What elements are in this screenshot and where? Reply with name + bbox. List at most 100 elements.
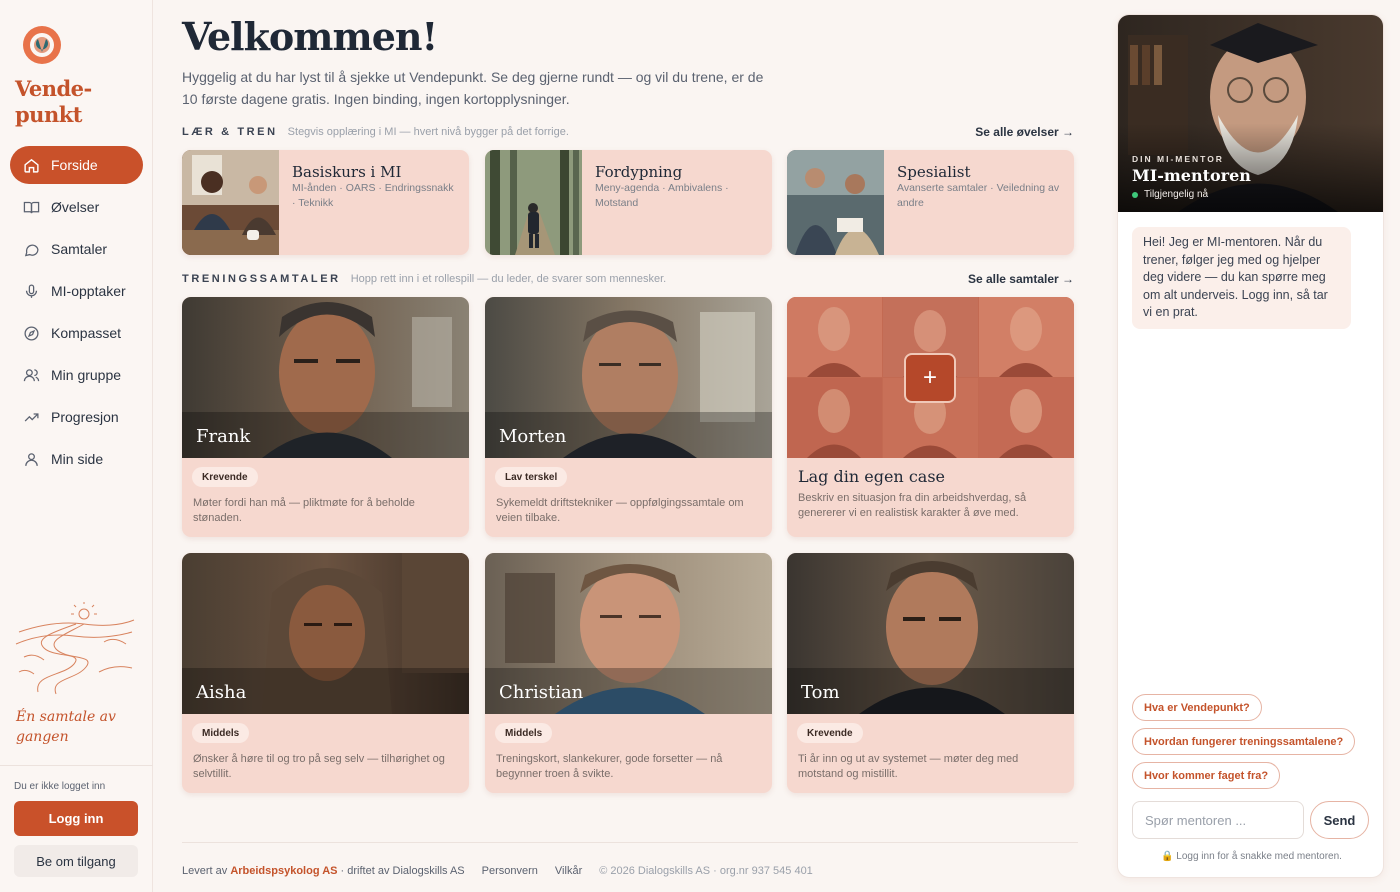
suggestion-chip-how-works[interactable]: Hvordan fungerer treningssamtalene? (1132, 728, 1356, 755)
mentor-panel: DIN MI-MENTOR MI-mentoren Tilgjengelig n… (1117, 14, 1384, 878)
persona-name: Frank (196, 426, 251, 447)
compass-icon (22, 324, 40, 342)
sidebar: Vende- punkt Forside Øvelser Samtaler MI… (0, 0, 153, 892)
practice-subtitle: Hopp rett inn i et rollespill — du leder… (350, 273, 667, 285)
persona-card-frank[interactable]: Frank Krevende Møter fordi han må — plik… (182, 297, 469, 537)
winding-road-illustration (15, 602, 135, 695)
footer: Levert av Arbeidspsykolog AS · driftet a… (182, 865, 813, 877)
sidebar-item-label: Progresjon (51, 409, 119, 425)
difficulty-badge: Lav terskel (495, 467, 568, 487)
brand-wordmark[interactable]: Vende- punkt (15, 76, 92, 128)
sidebar-item-label: Øvelser (51, 199, 100, 215)
logo-icon[interactable] (18, 22, 62, 66)
sidebar-item-ovelser[interactable]: Øvelser (10, 188, 143, 226)
trending-up-icon (22, 408, 40, 426)
online-status-icon (1132, 191, 1138, 198)
see-all-conversations-link[interactable]: Se alle samtaler → (968, 272, 1074, 286)
mentor-name: MI-mentoren (1132, 166, 1251, 185)
course-card-spesialist[interactable]: Spesialist Avanserte samtaler · Veiledni… (787, 150, 1074, 255)
sidebar-item-label: Samtaler (51, 241, 108, 257)
users-icon (22, 366, 40, 384)
book-icon (22, 198, 40, 216)
send-button[interactable]: Send (1310, 801, 1369, 839)
request-access-button[interactable]: Be om tilgang (14, 845, 138, 877)
difficulty-badge: Middels (495, 723, 553, 743)
persona-description: Møter fordi han må — pliktmøte for å beh… (193, 497, 415, 524)
add-case-button[interactable]: + (904, 353, 956, 403)
create-own-case-card[interactable]: + Lag din egen case Beskriv en situasjon… (787, 297, 1074, 537)
main-content: Velkommen! Hyggelig at du har lyst til å… (153, 0, 1103, 892)
sidebar-item-label: MI-opptaker (51, 283, 126, 299)
course-thumbnail (787, 150, 884, 255)
difficulty-badge: Middels (192, 723, 250, 743)
sidebar-item-label: Min gruppe (51, 367, 122, 383)
course-title: Fordypning (595, 163, 683, 181)
course-card-fordypning[interactable]: Fordypning Meny-agenda · Ambivalens · Mo… (485, 150, 772, 255)
terms-link[interactable]: Vilkår (555, 865, 582, 877)
learn-section-header: LÆR & TREN Stegvis opplæring i MI — hver… (182, 124, 1074, 140)
footer-credit: Levert av Arbeidspsykolog AS · driftet a… (182, 865, 465, 877)
persona-name: Tom (801, 682, 840, 703)
brand-tagline: Én samtale av gangen (16, 709, 116, 745)
practice-section-header: TRENINGSSAMTALER Hopp rett inn i et roll… (182, 271, 1074, 287)
chat-bubble-icon (22, 240, 40, 258)
persona-name: Aisha (196, 682, 247, 703)
persona-card-christian[interactable]: Christian Middels Treningskort, slankeku… (485, 553, 772, 793)
see-all-exercises-link[interactable]: Se alle øvelser → (975, 125, 1074, 139)
persona-name: Morten (499, 426, 567, 447)
difficulty-badge: Krevende (192, 467, 258, 487)
learn-subtitle: Stegvis opplæring i MI — hvert nivå bygg… (287, 126, 569, 138)
footer-divider (182, 842, 1078, 843)
course-title: Spesialist (897, 163, 971, 181)
course-description: Meny-agenda · Ambivalens · Motstand (595, 182, 729, 209)
sidebar-item-kompasset[interactable]: Kompasset (10, 314, 143, 352)
sidebar-nav: Forside Øvelser Samtaler MI-opptaker Kom… (10, 146, 143, 482)
suggestion-chip-what-is[interactable]: Hva er Vendepunkt? (1132, 694, 1262, 721)
mentor-question-input[interactable] (1132, 801, 1304, 839)
sidebar-item-min-side[interactable]: Min side (10, 440, 143, 478)
sidebar-item-label: Min side (51, 451, 104, 467)
difficulty-badge: Krevende (797, 723, 863, 743)
persona-description: Ti år inn og ut av systemet — møter deg … (798, 753, 1019, 780)
mentor-greeting-message: Hei! Jeg er MI-mentoren. Når du trener, … (1132, 227, 1351, 329)
mentor-status: Tilgjengelig nå (1132, 189, 1208, 200)
sidebar-item-label: Kompasset (51, 325, 122, 341)
course-card-basiskurs[interactable]: Basiskurs i MI MI-ånden · OARS · Endring… (182, 150, 469, 255)
home-icon (22, 156, 40, 174)
login-button[interactable]: Logg inn (14, 801, 138, 836)
own-case-title: Lag din egen case (798, 467, 945, 486)
sidebar-item-label: Forside (51, 157, 98, 173)
course-description: MI-ånden · OARS · Endringssnakk · Teknik… (292, 182, 454, 209)
footer-brand-link[interactable]: Arbeidspsykolog AS (230, 865, 337, 877)
course-thumbnail (485, 150, 582, 255)
course-description: Avanserte samtaler · Veiledning av andre (897, 182, 1060, 209)
learn-kicker: LÆR & TREN (182, 126, 278, 138)
own-case-description: Beskriv en situasjon fra din arbeidshver… (798, 492, 1027, 519)
microphone-icon (22, 282, 40, 300)
login-status-text: Du er ikke logget inn (14, 781, 106, 792)
sidebar-item-samtaler[interactable]: Samtaler (10, 230, 143, 268)
persona-name: Christian (499, 682, 584, 703)
persona-description: Ønsker å høre til og tro på seg selv — t… (193, 753, 445, 780)
sidebar-item-forside[interactable]: Forside (10, 146, 143, 184)
sidebar-item-mi-opptaker[interactable]: MI-opptaker (10, 272, 143, 310)
persona-card-tom[interactable]: Tom Krevende Ti år inn og ut av systemet… (787, 553, 1074, 793)
course-title: Basiskurs i MI (292, 163, 402, 181)
suggestion-chip-origin[interactable]: Hvor kommer faget fra? (1132, 762, 1281, 789)
login-hint: 🔒 Logg inn for å snakke med mentoren. (1161, 851, 1342, 862)
persona-description: Treningskort, slankekurer, gode forsette… (496, 753, 723, 780)
practice-kicker: TRENINGSSAMTALER (182, 273, 341, 285)
persona-card-morten[interactable]: Morten Lav terskel Sykemeldt driftstekni… (485, 297, 772, 537)
user-icon (22, 450, 40, 468)
privacy-link[interactable]: Personvern (482, 865, 538, 877)
course-thumbnail (182, 150, 279, 255)
mentor-kicker: DIN MI-MENTOR (1132, 154, 1224, 164)
sidebar-divider (0, 765, 153, 766)
copyright-text: © 2026 Dialogskills AS · org.nr 937 545 … (599, 865, 813, 877)
sidebar-item-min-gruppe[interactable]: Min gruppe (10, 356, 143, 394)
intro-text: Hyggelig at du har lyst til å sjekke ut … (182, 69, 764, 107)
sidebar-item-progresjon[interactable]: Progresjon (10, 398, 143, 436)
persona-description: Sykemeldt driftstekniker — oppfølgingssa… (496, 497, 744, 524)
page-title: Velkommen! (182, 14, 438, 59)
persona-card-aisha[interactable]: Aisha Middels Ønsker å høre til og tro p… (182, 553, 469, 793)
